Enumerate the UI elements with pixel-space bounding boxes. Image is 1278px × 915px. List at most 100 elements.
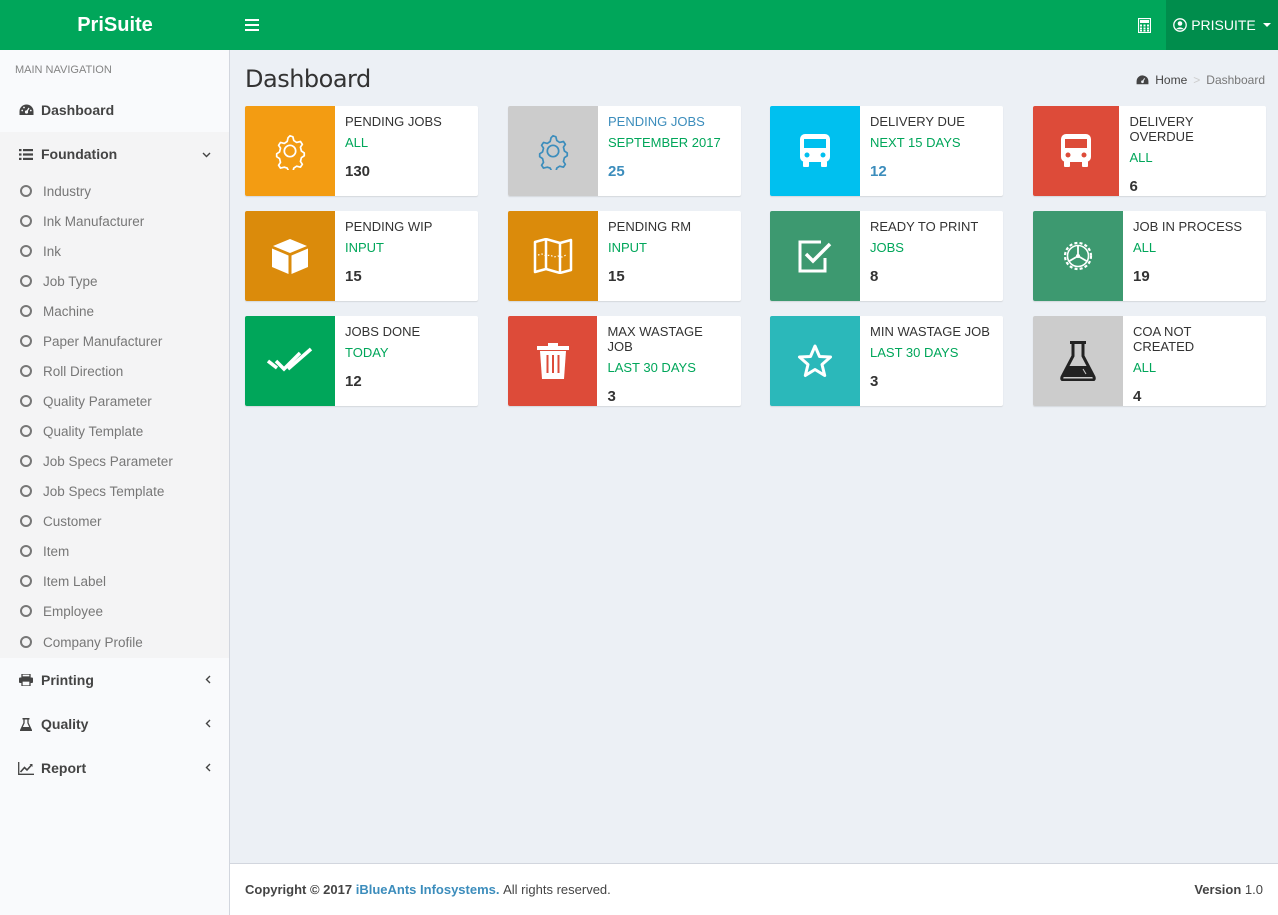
subitem-label: Employee bbox=[43, 603, 104, 619]
info-box-delivery-due[interactable]: DELIVERY DUE NEXT 15 DAYS 12 bbox=[770, 106, 1003, 196]
info-box-icon bbox=[508, 316, 598, 406]
version-number: 1.0 bbox=[1244, 882, 1263, 897]
sidebar-item-dashboard[interactable]: Dashboard bbox=[0, 88, 229, 132]
info-box-icon bbox=[1033, 316, 1123, 406]
top-navbar: PriSuite PRISUITE bbox=[0, 0, 1278, 50]
subitem-label: Item Label bbox=[43, 573, 107, 589]
dashboard-icon bbox=[1136, 74, 1149, 84]
sidebar-subitem-paper-manufacturer[interactable]: Paper Manufacturer bbox=[0, 326, 229, 356]
sidebar-subitem-item[interactable]: Item bbox=[0, 536, 229, 566]
subitem-label: Job Type bbox=[43, 273, 98, 289]
info-box-value: 3 bbox=[607, 388, 616, 405]
footer: Copyright © 2017 iBlueAnts Infosystems. … bbox=[230, 863, 1278, 915]
circle-icon bbox=[20, 395, 32, 407]
sidebar-subitem-employee[interactable]: Employee bbox=[0, 596, 229, 626]
bus-icon bbox=[1061, 134, 1092, 167]
sidebar-subitem-quality-parameter[interactable]: Quality Parameter bbox=[0, 386, 229, 416]
info-box-value: 19 bbox=[1133, 268, 1150, 285]
circle-icon bbox=[20, 275, 32, 287]
info-box-title: JOBS DONE bbox=[345, 324, 421, 339]
circle-icon bbox=[20, 185, 32, 197]
sidebar-toggle-button[interactable] bbox=[230, 0, 274, 50]
sidebar-subitem-job-type[interactable]: Job Type bbox=[0, 266, 229, 296]
sidebar-item-label: Quality bbox=[41, 716, 89, 732]
subitem-label: Quality Template bbox=[43, 423, 144, 439]
hamburger-icon bbox=[245, 19, 259, 31]
star-icon bbox=[798, 344, 832, 377]
circle-icon bbox=[20, 515, 32, 527]
sidebar-item-quality[interactable]: Quality bbox=[0, 702, 229, 746]
breadcrumb-home-link[interactable]: Home bbox=[1155, 73, 1187, 87]
info-box-subtitle: SEPTEMBER 2017 bbox=[608, 135, 721, 150]
checkbox-icon bbox=[798, 240, 832, 273]
info-box-job-in-process[interactable]: JOB IN PROCESS ALL 19 bbox=[1033, 211, 1266, 301]
subitem-label: Ink bbox=[43, 243, 62, 259]
sidebar-subitem-company-profile[interactable]: Company Profile bbox=[0, 626, 229, 658]
info-box-subtitle: JOBS bbox=[870, 240, 904, 255]
info-box-ready-to-print[interactable]: READY TO PRINT JOBS 8 bbox=[770, 211, 1003, 301]
breadcrumb: Home > Dashboard bbox=[1136, 73, 1265, 87]
sidebar-item-foundation[interactable]: Foundation bbox=[0, 132, 229, 176]
info-box-max-wastage[interactable]: MAX WASTAGE JOB LAST 30 DAYS 3 bbox=[508, 316, 741, 406]
info-box-value: 8 bbox=[870, 268, 879, 285]
info-box-title: READY TO PRINT bbox=[870, 219, 979, 234]
info-box-value: 15 bbox=[608, 268, 625, 285]
info-box-title: PENDING WIP bbox=[345, 219, 433, 234]
info-box-value: 12 bbox=[345, 373, 362, 390]
circle-icon bbox=[20, 455, 32, 467]
info-box-title: MAX WASTAGE JOB bbox=[607, 324, 703, 354]
info-box-pending-jobs-month[interactable]: PENDING JOBS SEPTEMBER 2017 25 bbox=[508, 106, 741, 196]
sidebar-subitem-job-specs-template[interactable]: Job Specs Template bbox=[0, 476, 229, 506]
info-box-pending-jobs-all[interactable]: PENDING JOBS ALL 130 bbox=[245, 106, 478, 196]
sidebar-item-label: Dashboard bbox=[41, 102, 115, 118]
sidebar-subitem-ink-manufacturer[interactable]: Ink Manufacturer bbox=[0, 206, 229, 236]
info-box-jobs-done[interactable]: JOBS DONE TODAY 12 bbox=[245, 316, 478, 406]
info-box-icon bbox=[770, 316, 860, 406]
user-circle-icon bbox=[1173, 18, 1188, 32]
circle-icon bbox=[20, 425, 32, 437]
company-link[interactable]: iBlueAnts Infosystems. bbox=[356, 882, 500, 897]
info-box-coa-not-created[interactable]: COA NOT CREATED ALL 4 bbox=[1033, 316, 1266, 406]
cube-icon bbox=[272, 239, 308, 274]
user-menu[interactable]: PRISUITE bbox=[1166, 0, 1278, 50]
info-box-value: 4 bbox=[1132, 388, 1142, 405]
user-name: PRISUITE bbox=[1191, 17, 1256, 33]
gear-icon bbox=[275, 134, 306, 170]
flask-icon bbox=[1060, 341, 1096, 381]
subitem-label: Item bbox=[43, 543, 70, 559]
line-chart-icon bbox=[18, 761, 34, 775]
info-box-title: DELIVERY DUE bbox=[870, 114, 965, 129]
sidebar-subitem-customer[interactable]: Customer bbox=[0, 506, 229, 536]
foundation-submenu: Industry Ink Manufacturer Ink Job Type M… bbox=[0, 176, 229, 658]
sidebar-subitem-quality-template[interactable]: Quality Template bbox=[0, 416, 229, 446]
version-label: Version bbox=[1194, 882, 1242, 897]
cog-wheel-icon bbox=[1063, 241, 1093, 271]
info-box-pending-rm[interactable]: PENDING RM INPUT 15 bbox=[508, 211, 741, 301]
info-box-subtitle: LAST 30 DAYS bbox=[870, 345, 959, 360]
info-box-delivery-overdue[interactable]: DELIVERY OVERDUE ALL 6 bbox=[1033, 106, 1266, 196]
info-box-icon bbox=[508, 211, 598, 301]
subitem-label: Roll Direction bbox=[43, 363, 124, 379]
sidebar-item-printing[interactable]: Printing bbox=[0, 658, 229, 702]
sidebar-subitem-job-specs-parameter[interactable]: Job Specs Parameter bbox=[0, 446, 229, 476]
info-box-subtitle: ALL bbox=[1129, 150, 1153, 165]
info-box-subtitle: INPUT bbox=[345, 240, 384, 255]
sidebar-subitem-machine[interactable]: Machine bbox=[0, 296, 229, 326]
sidebar-subitem-industry[interactable]: Industry bbox=[0, 176, 229, 206]
sidebar-item-report[interactable]: Report bbox=[0, 746, 229, 790]
circle-icon bbox=[20, 545, 32, 557]
sidebar-subitem-roll-direction[interactable]: Roll Direction bbox=[0, 356, 229, 386]
info-box-title: PENDING JOBS bbox=[608, 114, 705, 129]
subitem-label: Customer bbox=[43, 513, 102, 529]
app-logo[interactable]: PriSuite bbox=[0, 0, 230, 50]
info-box-pending-wip[interactable]: PENDING WIP INPUT 15 bbox=[245, 211, 478, 301]
sidebar-subitem-item-label[interactable]: Item Label bbox=[0, 566, 229, 596]
double-check-icon bbox=[267, 347, 313, 372]
info-box-icon bbox=[770, 106, 860, 196]
sidebar-subitem-ink[interactable]: Ink bbox=[0, 236, 229, 266]
circle-icon bbox=[20, 485, 32, 497]
copyright-text: Copyright © 2017 bbox=[245, 882, 353, 897]
calculator-button[interactable] bbox=[1122, 0, 1166, 50]
info-box-min-wastage[interactable]: MIN WASTAGE JOB LAST 30 DAYS 3 bbox=[770, 316, 1003, 406]
info-box-subtitle: TODAY bbox=[345, 345, 389, 360]
